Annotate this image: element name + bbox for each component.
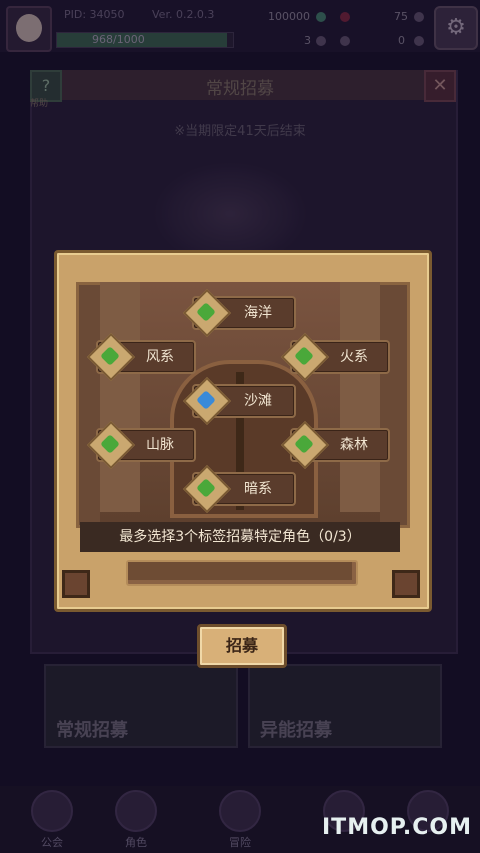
tag-fire[interactable]: 火系 [280, 332, 390, 382]
corner-ornament-right [392, 570, 420, 598]
stage-pillar-right [340, 282, 380, 512]
corner-ornament-left [62, 570, 90, 598]
tag-mountain[interactable]: 山脉 [86, 420, 196, 470]
selection-hint: 最多选择3个标签招募特定角色（0/3） [119, 529, 361, 545]
selected-tags-slot [128, 562, 352, 580]
tag-beach[interactable]: 沙滩 [182, 376, 296, 426]
tag-label: 森林 [340, 437, 368, 453]
tag-label: 山脉 [146, 437, 174, 453]
tag-dark[interactable]: 暗系 [182, 464, 296, 514]
recruit-button[interactable]: 招募 [197, 624, 287, 668]
tag-label: 沙滩 [244, 393, 272, 409]
stage-pillar-left [100, 282, 140, 512]
tag-label: 风系 [146, 349, 174, 365]
tag-label: 海洋 [244, 305, 272, 321]
site-watermark: ITMOP.COM [322, 815, 472, 840]
tag-ocean[interactable]: 海洋 [182, 288, 296, 338]
tag-forest[interactable]: 森林 [280, 420, 390, 470]
tag-label: 暗系 [244, 481, 272, 497]
tag-label: 火系 [340, 349, 368, 365]
tag-wind[interactable]: 风系 [86, 332, 196, 382]
